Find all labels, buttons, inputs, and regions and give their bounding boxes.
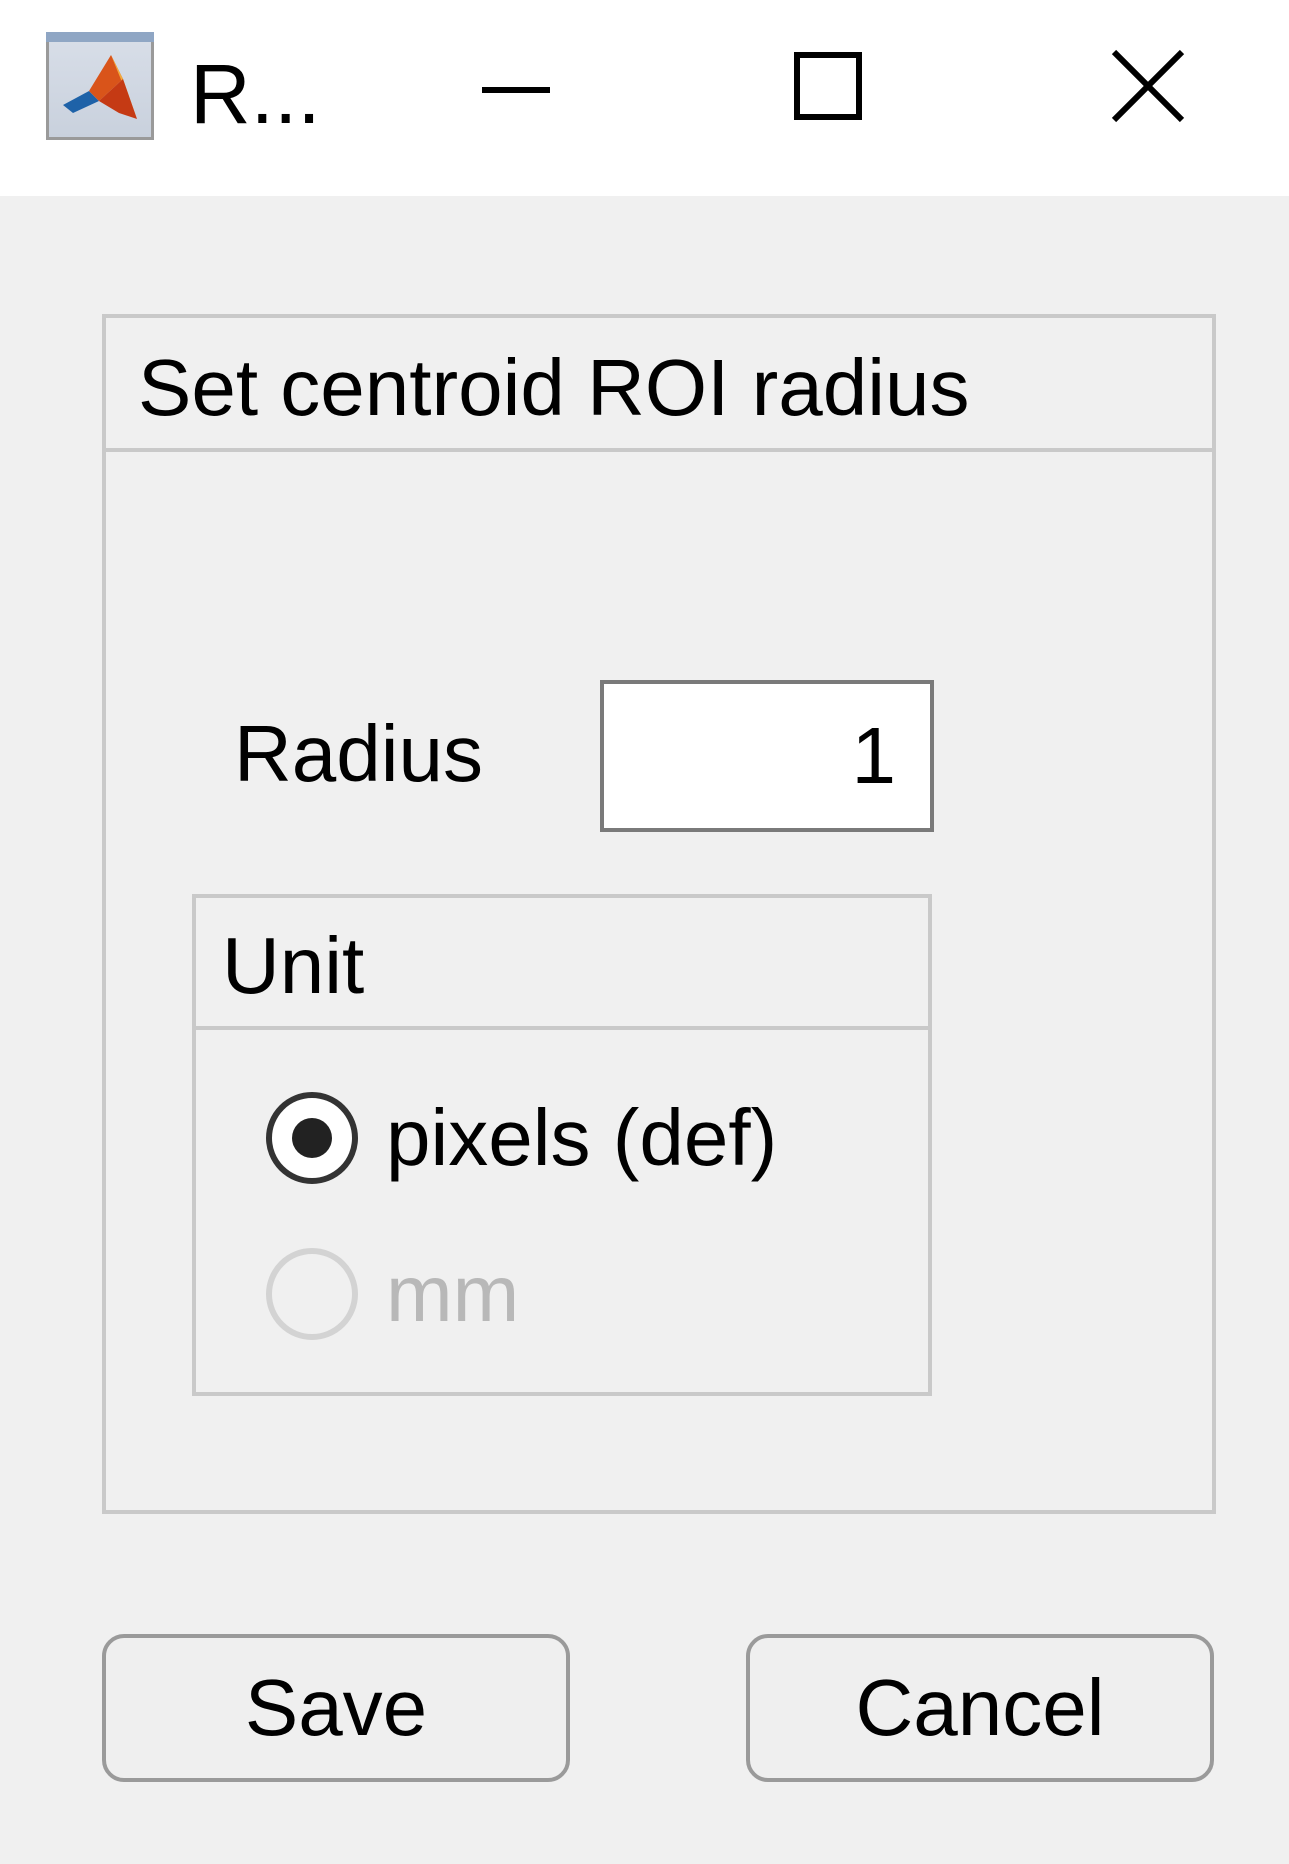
close-button[interactable] [1048,0,1248,180]
radius-input[interactable] [600,680,934,832]
minimize-icon [482,87,550,93]
panel-title: Set centroid ROI radius [138,343,970,432]
title-bar[interactable]: R... [0,0,1289,196]
radius-label: Radius [234,709,484,798]
unit-panel: Unit pixels (def) mm [192,894,932,1396]
maximize-icon [794,52,862,120]
minimize-button[interactable] [416,0,616,180]
unit-title: Unit [222,921,365,1010]
unit-header: Unit [196,898,928,1030]
window-title: R... [190,47,321,141]
radio-label-mm: mm [386,1249,520,1338]
maximize-button[interactable] [728,0,928,180]
radio-pixels[interactable]: pixels (def) [266,1088,866,1188]
close-icon [1111,49,1185,123]
dialog-window: R... Set centroid ROI radius Radius Unit [0,0,1289,1864]
matlab-icon [46,32,154,140]
panel-header: Set centroid ROI radius [106,318,1212,452]
save-button[interactable]: Save [102,1634,570,1782]
radio-mm: mm [266,1244,866,1344]
radio-label-pixels: pixels (def) [386,1093,778,1182]
radio-button-selected[interactable] [266,1092,358,1184]
cancel-button[interactable]: Cancel [746,1634,1214,1782]
radio-button-disabled [266,1248,358,1340]
